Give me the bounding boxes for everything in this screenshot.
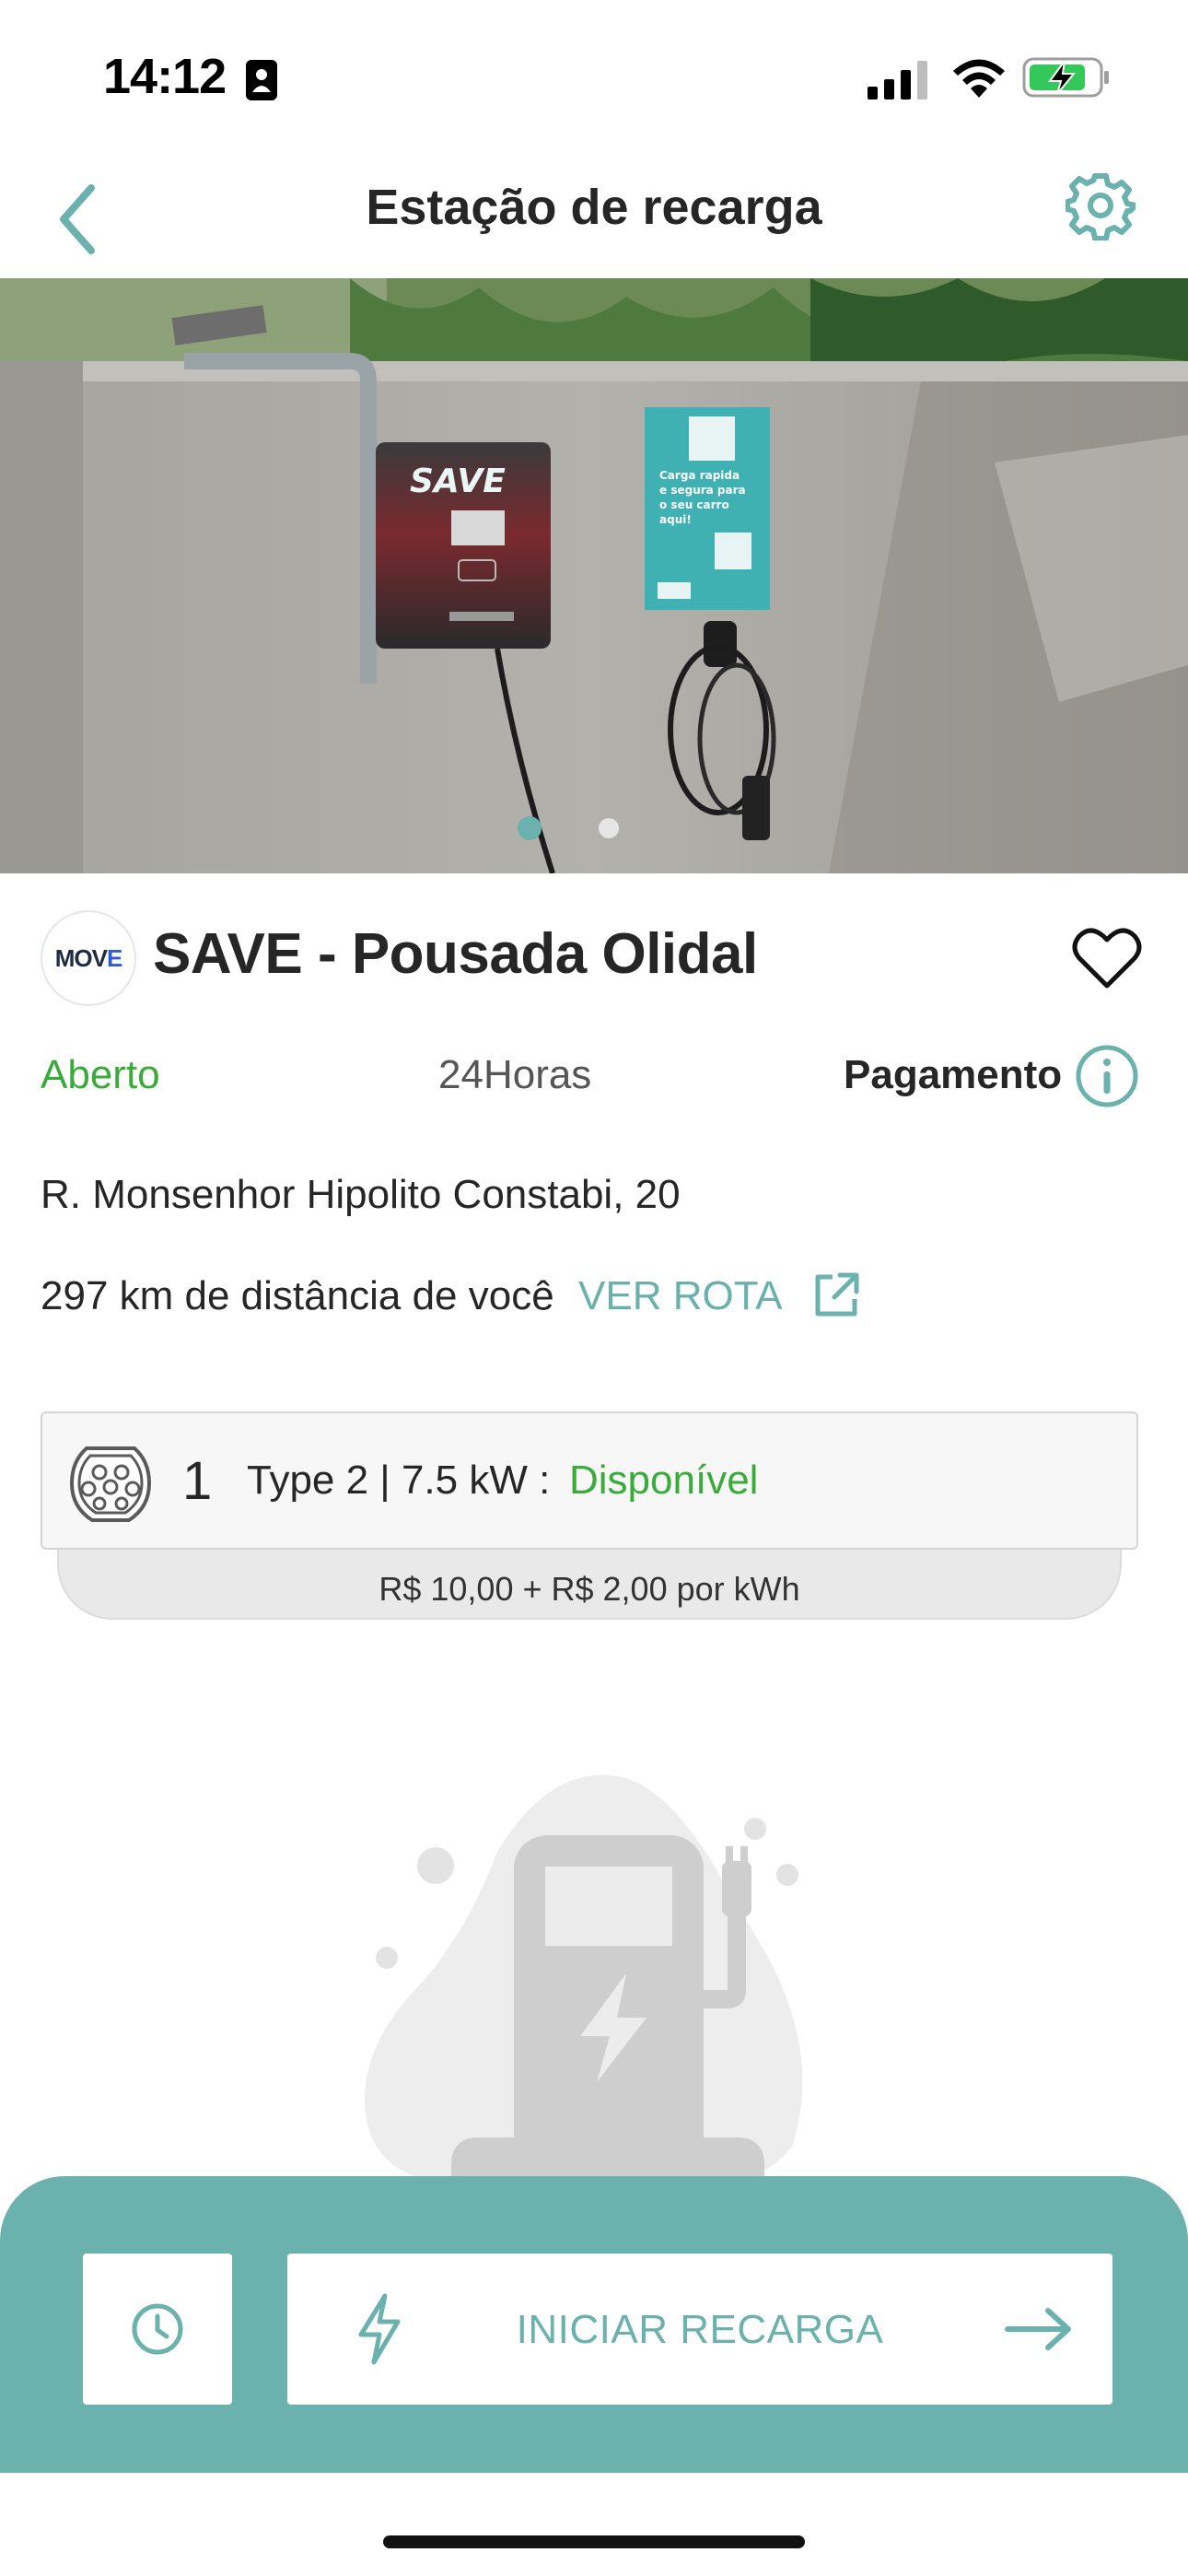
svg-text:aqui!: aqui! <box>659 513 692 526</box>
arrow-right-icon <box>1005 2308 1071 2350</box>
station-address: R. Monsenhor Hipolito Constabi, 20 <box>41 1172 681 1217</box>
operator-logo-text: MOV <box>54 943 108 972</box>
wifi-icon <box>953 59 1005 98</box>
home-indicator[interactable] <box>383 2535 805 2548</box>
gear-icon <box>1066 173 1136 240</box>
operator-logo: MOV E <box>41 910 136 1006</box>
bottom-action-panel: INICIAR RECARGA <box>0 2176 1188 2473</box>
svg-text:o seu carro: o seu carro <box>659 498 729 511</box>
connector-price: R$ 10,00 + R$ 2,00 por kWh <box>379 1570 800 1608</box>
start-charging-button[interactable]: INICIAR RECARGA <box>287 2254 1112 2405</box>
connector-card[interactable]: 1 Type 2 | 7.5 kW : Disponível <box>41 1411 1138 1550</box>
schedule-button[interactable] <box>83 2254 232 2405</box>
connector-count: 1 <box>182 1451 213 1511</box>
station-photo-image: SAVE Carga rapida e segura para o seu ca… <box>0 278 1188 873</box>
route-link[interactable]: VER ROTA <box>578 1273 783 1319</box>
charging-station-illustration <box>365 1774 803 2193</box>
operator-logo-accent: E <box>106 943 122 972</box>
battery-charging-icon <box>1022 57 1109 98</box>
header: Estação de recarga <box>0 147 1188 278</box>
svg-text:Carga rapida: Carga rapida <box>659 469 740 482</box>
carousel-dot-active[interactable] <box>518 816 542 840</box>
type2-plug-icon <box>69 1446 152 1522</box>
start-charging-label: INICIAR RECARGA <box>516 2307 884 2352</box>
station-name: SAVE - Pousada Olidal <box>153 922 758 986</box>
settings-button[interactable] <box>1059 164 1142 247</box>
distance-row: 297 km de distância de você VER ROTA <box>41 1270 1146 1329</box>
svg-text:e segura para: e segura para <box>659 484 746 497</box>
payment-label: Pagamento <box>844 1052 1063 1097</box>
opening-hours: 24Horas <box>438 1052 592 1097</box>
station-photo[interactable]: SAVE Carga rapida e segura para o seu ca… <box>0 278 1188 873</box>
open-status: Aberto <box>41 1052 160 1097</box>
status-time: 14:12 <box>103 49 227 104</box>
station-info-row: Aberto 24Horas Pagamento <box>0 1041 1188 1115</box>
heart-icon <box>1072 928 1142 989</box>
distance-text: 297 km de distância de você <box>41 1273 554 1318</box>
cellular-signal-icon <box>868 61 927 100</box>
charger-brand-text: SAVE <box>410 463 506 500</box>
carousel-dot[interactable] <box>599 818 619 838</box>
contact-card-icon <box>246 60 277 100</box>
info-icon <box>1076 1045 1138 1107</box>
page-title: Estação de recarga <box>366 180 822 235</box>
favorite-button[interactable] <box>1068 919 1146 997</box>
connector-description: Type 2 | 7.5 kW : <box>247 1458 551 1503</box>
payment-info-button[interactable] <box>1072 1041 1142 1111</box>
station-header: MOV E SAVE - Pousada Olidal <box>0 884 1188 1023</box>
clock-icon <box>132 2303 183 2355</box>
external-link-icon[interactable] <box>810 1270 862 1321</box>
connector-status: Disponível <box>569 1458 759 1503</box>
status-bar: 14:12 <box>0 0 1188 147</box>
